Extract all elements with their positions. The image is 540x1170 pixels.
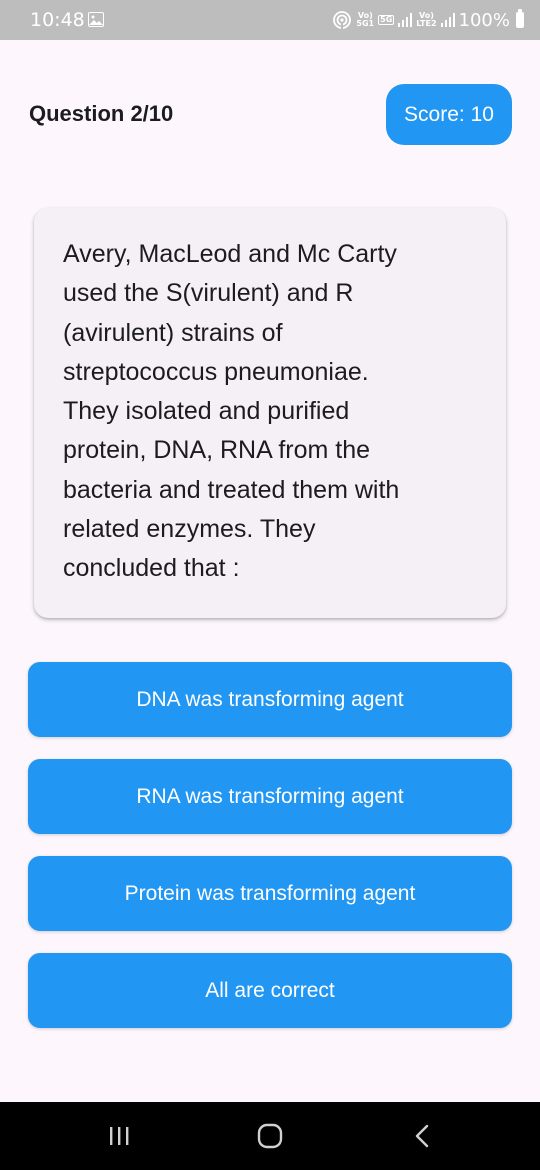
network-label-1-bottom: 5G1 bbox=[356, 19, 375, 28]
question-counter: Question 2/10 bbox=[29, 101, 174, 126]
question-text: Avery, MacLeod and Mc Carty used the S(v… bbox=[63, 235, 478, 589]
status-bar: 10:48 Vo) 5G1 5G Vo) LTE2 100% bbox=[0, 0, 540, 40]
five-g-badge: 5G bbox=[378, 15, 395, 25]
question-line: (avirulent) strains of bbox=[63, 318, 283, 347]
score-label: Score: 10 bbox=[404, 102, 494, 126]
hotspot-icon bbox=[332, 10, 352, 30]
status-time: 10:48 bbox=[30, 9, 85, 31]
question-line: bacteria and treated them with bbox=[63, 475, 400, 504]
question-line: streptococcus pneumoniae. bbox=[63, 357, 369, 386]
question-line: They isolated and purified bbox=[63, 397, 350, 426]
question-line: related enzymes. They bbox=[63, 515, 316, 544]
score-badge: Score: 10 bbox=[386, 84, 512, 145]
question-card: Avery, MacLeod and Mc Carty used the S(v… bbox=[34, 208, 506, 618]
network-label-2-bottom: LTE2 bbox=[416, 19, 437, 28]
recents-icon[interactable] bbox=[79, 1102, 159, 1170]
option-button-4[interactable]: All are correct bbox=[28, 953, 512, 1028]
gallery-icon bbox=[88, 12, 104, 27]
signal-icon-2 bbox=[440, 13, 455, 27]
option-label: RNA was transforming agent bbox=[136, 784, 404, 808]
back-icon[interactable] bbox=[382, 1102, 462, 1170]
question-line: protein, DNA, RNA from the bbox=[63, 436, 371, 465]
network-label-2: Vo) LTE2 bbox=[416, 12, 436, 28]
battery-percent: 100% bbox=[458, 9, 510, 31]
network-label-1: Vo) 5G1 bbox=[356, 12, 374, 28]
question-line: used the S(virulent) and R bbox=[63, 279, 354, 308]
option-button-1[interactable]: DNA was transforming agent bbox=[28, 662, 512, 737]
five-g-label: 5G bbox=[380, 15, 393, 24]
question-line: concluded that : bbox=[63, 554, 240, 583]
battery-icon bbox=[516, 9, 524, 28]
home-icon[interactable] bbox=[230, 1102, 310, 1170]
navigation-bar bbox=[0, 1102, 540, 1170]
option-label: Protein was transforming agent bbox=[124, 881, 416, 905]
option-button-2[interactable]: RNA was transforming agent bbox=[28, 759, 512, 834]
option-label: All are correct bbox=[205, 978, 335, 1002]
question-line: Avery, MacLeod and Mc Carty bbox=[63, 240, 397, 268]
status-icons: Vo) 5G1 5G Vo) LTE2 100% bbox=[332, 8, 524, 32]
option-button-3[interactable]: Protein was transforming agent bbox=[28, 856, 512, 931]
signal-icon bbox=[398, 13, 413, 27]
option-label: DNA was transforming agent bbox=[136, 687, 404, 711]
